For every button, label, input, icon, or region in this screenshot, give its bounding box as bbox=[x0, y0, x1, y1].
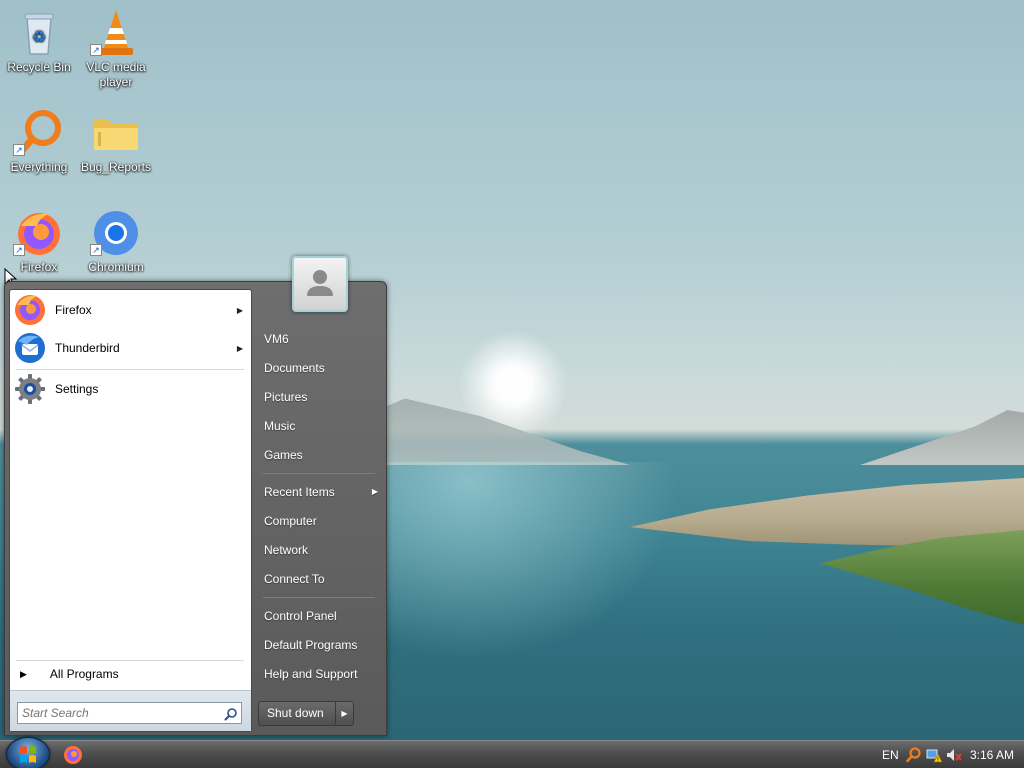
right-item-label: VM6 bbox=[264, 332, 289, 346]
pinned-thunderbird[interactable]: Thunderbird ▶ bbox=[13, 331, 249, 365]
desktop-icon-bug-reports[interactable]: Bug_Reports bbox=[78, 108, 154, 175]
user-account-tile[interactable] bbox=[292, 256, 348, 312]
firefox-icon: ↗ bbox=[13, 208, 65, 258]
start-menu: Firefox ▶ Thunderbird ▶ Settings ▶ All P… bbox=[4, 256, 387, 736]
taskbar-firefox-button[interactable] bbox=[62, 744, 84, 766]
taskbar: EN ! 3:16 AM bbox=[0, 737, 1024, 768]
right-item-pictures[interactable]: Pictures bbox=[260, 385, 380, 409]
svg-text:♻: ♻ bbox=[32, 27, 46, 46]
desktop-icon-recycle-bin[interactable]: ♻ Recycle Bin bbox=[1, 8, 77, 75]
desktop-icon-label: Everything bbox=[10, 160, 68, 174]
right-item-control-panel[interactable]: Control Panel bbox=[260, 604, 380, 628]
language-indicator[interactable]: EN bbox=[882, 746, 899, 764]
all-programs-separator bbox=[16, 660, 244, 661]
firefox-icon bbox=[13, 293, 47, 327]
vlc-icon: ↗ bbox=[90, 8, 142, 58]
recycle-bin-icon: ♻ bbox=[13, 8, 65, 58]
desktop-icon-label: VLC media player bbox=[86, 60, 146, 89]
desktop-icon-firefox[interactable]: ↗ Firefox bbox=[1, 208, 77, 275]
right-item-vm6[interactable]: VM6 bbox=[260, 327, 380, 351]
right-item-label: Default Programs bbox=[264, 638, 358, 652]
right-item-label: Games bbox=[264, 448, 303, 462]
right-item-computer[interactable]: Computer bbox=[260, 509, 380, 533]
folder-icon bbox=[90, 108, 142, 158]
right-item-label: Connect To bbox=[264, 572, 325, 586]
pinned-firefox[interactable]: Firefox ▶ bbox=[13, 293, 249, 327]
desktop-icon-label: Bug_Reports bbox=[80, 160, 152, 174]
shortcut-arrow-icon: ↗ bbox=[13, 144, 25, 156]
shortcut-arrow-icon: ↗ bbox=[90, 44, 102, 56]
right-item-label: Pictures bbox=[264, 390, 308, 404]
right-item-label: Control Panel bbox=[264, 609, 337, 623]
volume-muted-icon[interactable] bbox=[945, 746, 963, 764]
right-item-label: Recent Items bbox=[264, 485, 335, 499]
shutdown-button[interactable]: Shut down ▶ bbox=[258, 701, 354, 726]
shutdown-label: Shut down bbox=[267, 706, 324, 720]
pinned-label: Thunderbird bbox=[55, 341, 120, 355]
right-item-connect-to[interactable]: Connect To bbox=[260, 567, 380, 591]
system-tray: EN ! 3:16 AM bbox=[864, 741, 1024, 768]
desktop-icon-vlc[interactable]: ↗ VLC media player bbox=[78, 8, 154, 90]
svg-text:!: ! bbox=[937, 757, 939, 764]
right-item-label: Documents bbox=[264, 361, 325, 375]
right-item-label: Computer bbox=[264, 514, 317, 528]
right-item-default-programs[interactable]: Default Programs bbox=[260, 633, 380, 657]
submenu-arrow-icon: ▶ bbox=[371, 487, 378, 496]
all-programs-label: All Programs bbox=[49, 667, 119, 681]
all-programs-button[interactable]: ▶ All Programs bbox=[13, 664, 249, 684]
shortcut-arrow-icon: ↗ bbox=[90, 244, 102, 256]
right-item-music[interactable]: Music bbox=[260, 414, 380, 438]
right-item-label: Help and Support bbox=[264, 667, 358, 681]
gear-icon bbox=[13, 372, 47, 406]
clock[interactable]: 3:16 AM bbox=[970, 746, 1014, 764]
shutdown-options-arrow-icon[interactable]: ▶ bbox=[335, 702, 353, 725]
right-item-network[interactable]: Network bbox=[260, 538, 380, 562]
submenu-arrow-icon: ▶ bbox=[236, 305, 243, 315]
shortcut-arrow-icon: ↗ bbox=[13, 244, 25, 256]
everything-search-icon: ↗ bbox=[13, 108, 65, 158]
windows-logo-icon bbox=[20, 746, 36, 763]
wallpaper-water bbox=[380, 462, 680, 662]
right-pane-separator bbox=[263, 597, 375, 598]
wallpaper-hills-right bbox=[860, 410, 1024, 465]
firefox-icon bbox=[64, 746, 82, 764]
chromium-icon: ↗ bbox=[90, 208, 142, 258]
thunderbird-icon bbox=[13, 331, 47, 365]
start-menu-programs-pane: Firefox ▶ Thunderbird ▶ Settings ▶ All P… bbox=[9, 289, 252, 732]
desktop-icon-label: Recycle Bin bbox=[7, 60, 71, 74]
start-search-area bbox=[10, 690, 251, 731]
start-button[interactable] bbox=[6, 737, 50, 768]
everything-search-icon[interactable] bbox=[906, 746, 922, 764]
right-item-recent-items[interactable]: Recent Items ▶ bbox=[260, 480, 380, 504]
desktop-icon-label: Chromium bbox=[88, 260, 144, 274]
network-warning-icon[interactable]: ! bbox=[925, 746, 943, 764]
pinned-label: Settings bbox=[55, 382, 99, 396]
right-item-help-and-support[interactable]: Help and Support bbox=[260, 662, 380, 686]
all-programs-arrow-icon: ▶ bbox=[20, 668, 27, 679]
right-item-label: Network bbox=[264, 543, 309, 557]
search-icon[interactable] bbox=[224, 707, 238, 721]
submenu-arrow-icon: ▶ bbox=[236, 343, 243, 353]
pinned-label: Firefox bbox=[55, 303, 92, 317]
pinned-settings[interactable]: Settings bbox=[13, 372, 249, 406]
right-item-label: Music bbox=[264, 419, 296, 433]
right-pane-separator bbox=[263, 473, 375, 474]
right-item-documents[interactable]: Documents bbox=[260, 356, 380, 380]
pinned-separator bbox=[16, 369, 244, 370]
user-avatar-icon bbox=[307, 270, 333, 296]
start-search-input[interactable] bbox=[17, 702, 242, 724]
right-item-games[interactable]: Games bbox=[260, 443, 380, 467]
desktop-icon-chromium[interactable]: ↗ Chromium bbox=[78, 208, 154, 275]
desktop-icon-everything[interactable]: ↗ Everything bbox=[1, 108, 77, 175]
